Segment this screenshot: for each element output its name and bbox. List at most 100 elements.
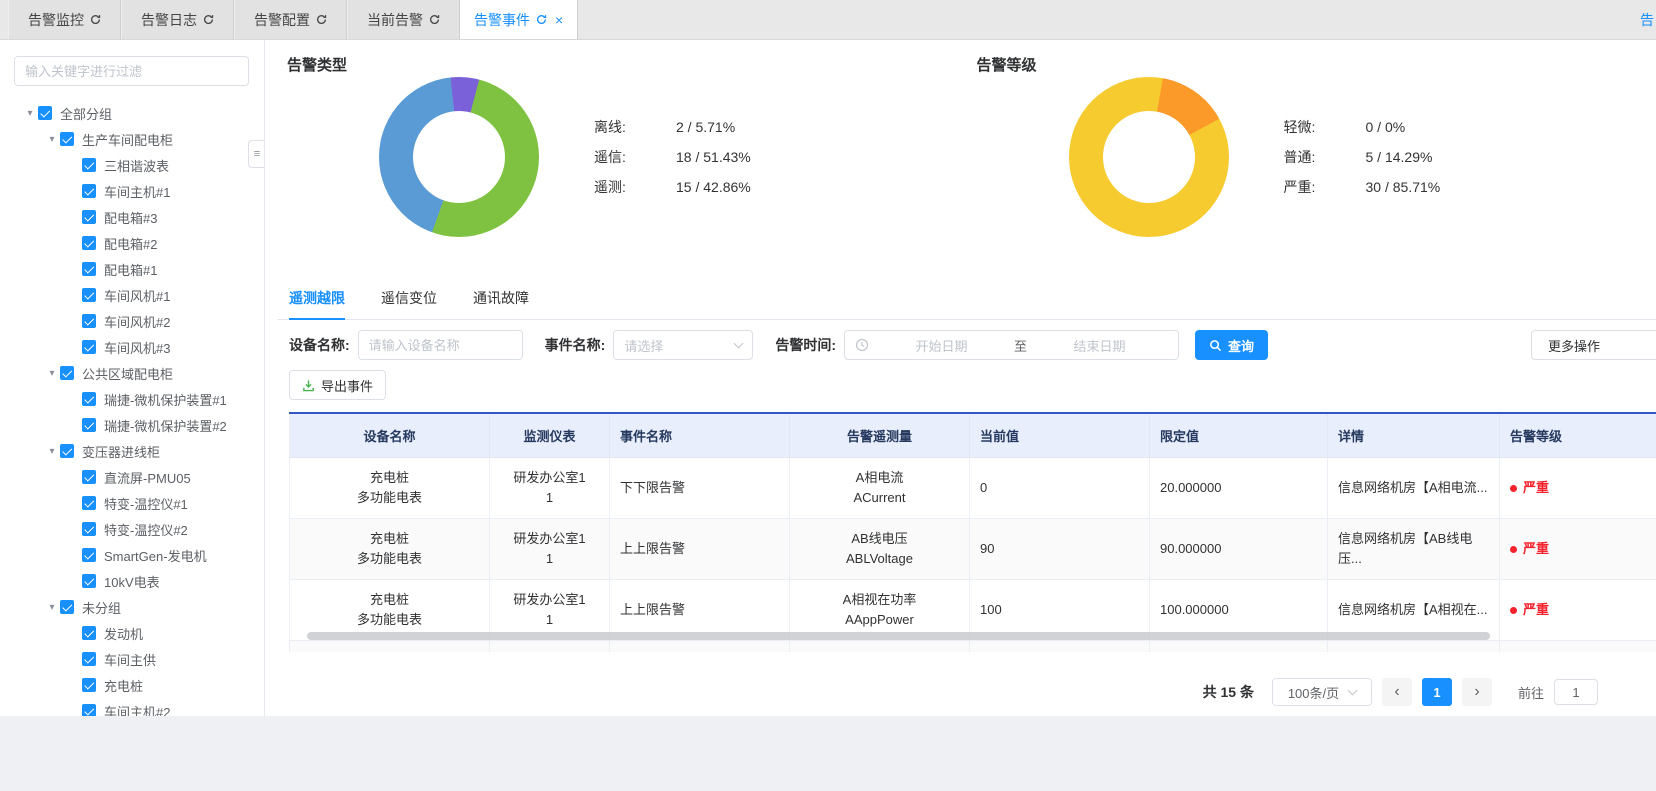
tree-item[interactable]: ▾变压器进线柜	[14, 438, 264, 464]
tree-expand-caret-icon[interactable]: ▾	[44, 134, 60, 145]
alarm-type-donut[interactable]	[379, 77, 539, 237]
tree-expand-caret-icon[interactable]: ▾	[22, 108, 38, 119]
tree-filter-input[interactable]	[14, 56, 249, 86]
end-date-placeholder[interactable]: 结束日期	[1031, 336, 1168, 355]
tree-item[interactable]: ▾公共区域配电柜	[14, 360, 264, 386]
legend-item[interactable]: 普通:5 / 14.29%	[1284, 142, 1462, 172]
tree-item[interactable]: 特变-温控仪#1	[14, 490, 264, 516]
refresh-icon[interactable]	[90, 14, 101, 25]
tree-checkbox[interactable]	[60, 600, 74, 614]
tree-item[interactable]: 10kV电表	[14, 568, 264, 594]
event-name-select-value: 请选择	[624, 336, 663, 355]
tree-item[interactable]: 瑞捷-微机保护装置#1	[14, 386, 264, 412]
tree-item[interactable]: 发动机	[14, 620, 264, 646]
tree-checkbox[interactable]	[82, 574, 96, 588]
page-size-select[interactable]: 100条/页	[1272, 678, 1372, 706]
tree-item[interactable]: 车间风机#2	[14, 308, 264, 334]
window-tab[interactable]: 告警监控	[8, 0, 121, 39]
tree-checkbox[interactable]	[82, 652, 96, 666]
event-tab-遥测越限[interactable]: 遥测越限	[289, 288, 345, 320]
table-row[interactable]: 充电桩多功能电表研发办公室11下下限告警A相电流ACurrent020.0000…	[290, 458, 1656, 519]
more-actions-button[interactable]: 更多操作	[1531, 330, 1656, 360]
legend-item[interactable]: 遥信:18 / 51.43%	[594, 142, 772, 172]
start-date-placeholder[interactable]: 开始日期	[873, 336, 1010, 355]
tree-checkbox[interactable]	[82, 210, 96, 224]
tree-item[interactable]: 车间主机#2	[14, 698, 264, 716]
tree-expand-caret-icon[interactable]: ▾	[44, 446, 60, 457]
legend-item[interactable]: 离线:2 / 5.71%	[594, 112, 772, 142]
table-row[interactable]: 充电桩多功能电表研发办公室11下下限告警A相电流ACurrent020.0000…	[290, 641, 1656, 653]
tree-checkbox[interactable]	[82, 548, 96, 562]
tree-checkbox[interactable]	[82, 262, 96, 276]
tree-item[interactable]: 充电桩	[14, 672, 264, 698]
page-number-button[interactable]: 1	[1422, 678, 1452, 706]
tree-checkbox[interactable]	[82, 340, 96, 354]
event-tab-遥信变位[interactable]: 遥信变位	[381, 288, 437, 319]
event-tab-通讯故障[interactable]: 通讯故障	[473, 288, 529, 319]
tree-checkbox[interactable]	[60, 444, 74, 458]
tree-checkbox[interactable]	[82, 626, 96, 640]
tree-item[interactable]: 配电箱#3	[14, 204, 264, 230]
close-icon[interactable]: ×	[555, 12, 563, 28]
tree-item[interactable]: 车间主机#1	[14, 178, 264, 204]
column-header: 告警遥测量	[790, 413, 970, 458]
window-tab[interactable]: 告警配置	[234, 0, 347, 39]
refresh-icon[interactable]	[316, 14, 327, 25]
table-cell: A相电流ACurrent	[790, 641, 970, 653]
alarm-time-range-picker[interactable]: 开始日期 至 结束日期	[844, 330, 1179, 360]
event-name-select[interactable]: 请选择	[613, 330, 753, 360]
tree-checkbox[interactable]	[82, 496, 96, 510]
query-button[interactable]: 查询	[1195, 330, 1268, 360]
sidebar-collapse-icon[interactable]: ≡	[248, 140, 265, 168]
tree-checkbox[interactable]	[38, 106, 52, 120]
window-tab[interactable]: 当前告警	[347, 0, 460, 39]
refresh-icon[interactable]	[536, 14, 547, 25]
tree-checkbox[interactable]	[82, 678, 96, 692]
tree-expand-caret-icon[interactable]: ▾	[44, 368, 60, 379]
prev-page-button[interactable]: ‹	[1382, 678, 1412, 706]
window-tab[interactable]: 告警事件×	[460, 0, 578, 39]
corner-link[interactable]: 告	[1640, 0, 1656, 40]
tree-item[interactable]: 配电箱#1	[14, 256, 264, 282]
tree-checkbox[interactable]	[82, 470, 96, 484]
refresh-icon[interactable]	[429, 14, 440, 25]
tree-item[interactable]: 直流屏-PMU05	[14, 464, 264, 490]
refresh-icon[interactable]	[203, 14, 214, 25]
tree-checkbox[interactable]	[82, 158, 96, 172]
tree-item[interactable]: ▾未分组	[14, 594, 264, 620]
tree-checkbox[interactable]	[82, 418, 96, 432]
tree-item[interactable]: 配电箱#2	[14, 230, 264, 256]
alarm-level-donut[interactable]	[1069, 77, 1229, 237]
tree-expand-caret-icon[interactable]: ▾	[44, 602, 60, 613]
tree-checkbox[interactable]	[82, 236, 96, 250]
device-name-label: 设备名称:	[289, 335, 350, 355]
tree-item[interactable]: 三相谐波表	[14, 152, 264, 178]
legend-item[interactable]: 严重:30 / 85.71%	[1284, 172, 1462, 202]
tree-item[interactable]: SmartGen-发电机	[14, 542, 264, 568]
tree-checkbox[interactable]	[82, 392, 96, 406]
tree-item[interactable]: 车间主供	[14, 646, 264, 672]
tree-checkbox[interactable]	[82, 314, 96, 328]
tree-checkbox[interactable]	[82, 288, 96, 302]
tree-item[interactable]: 车间风机#3	[14, 334, 264, 360]
window-tab[interactable]: 告警日志	[121, 0, 234, 39]
tree-item[interactable]: 车间风机#1	[14, 282, 264, 308]
tree-checkbox[interactable]	[82, 704, 96, 716]
device-name-input[interactable]	[358, 330, 523, 360]
tree-checkbox[interactable]	[60, 366, 74, 380]
tree-checkbox[interactable]	[82, 522, 96, 536]
goto-page-input[interactable]	[1554, 679, 1598, 705]
export-events-button[interactable]: 导出事件	[289, 370, 386, 400]
tree-item[interactable]: 瑞捷-微机保护装置#2	[14, 412, 264, 438]
tree-item[interactable]: 特变-温控仪#2	[14, 516, 264, 542]
next-page-button[interactable]: ›	[1462, 678, 1492, 706]
legend-item[interactable]: 遥测:15 / 42.86%	[594, 172, 772, 202]
table-row[interactable]: 充电桩多功能电表研发办公室11上上限告警AB线电压ABLVoltage9090.…	[290, 519, 1656, 580]
legend-item[interactable]: 轻微:0 / 0%	[1284, 112, 1462, 142]
tree-checkbox[interactable]	[60, 132, 74, 146]
tab-label: 当前告警	[367, 10, 423, 30]
horizontal-scrollbar[interactable]	[307, 632, 1490, 640]
tree-item[interactable]: ▾生产车间配电柜	[14, 126, 264, 152]
tree-item[interactable]: ▾全部分组	[14, 100, 264, 126]
tree-checkbox[interactable]	[82, 184, 96, 198]
